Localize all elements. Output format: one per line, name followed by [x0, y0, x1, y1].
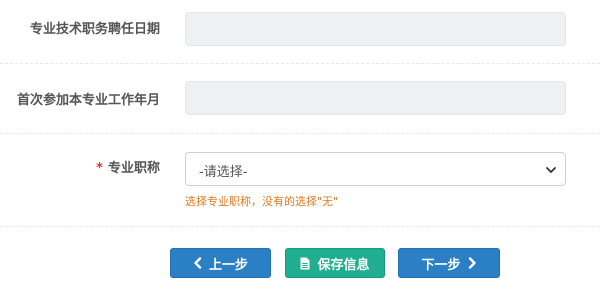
first-work-date-label: 首次参加本专业工作年月	[16, 93, 160, 108]
next-step-button[interactable]: 下一步	[398, 248, 500, 278]
row-divider	[0, 133, 600, 134]
previous-step-button[interactable]: 上一步	[170, 248, 271, 278]
row-divider	[0, 63, 600, 64]
required-marker: *	[96, 161, 103, 176]
chevron-down-icon	[546, 167, 556, 173]
row-divider	[0, 226, 600, 227]
appointment-date-label: 专业技术职务聘任日期	[29, 22, 160, 37]
next-step-label: 下一步	[421, 257, 461, 273]
previous-step-label: 上一步	[208, 257, 248, 273]
appointment-date-field[interactable]	[185, 12, 566, 46]
save-info-label: 保存信息	[317, 257, 370, 273]
chevron-left-icon	[194, 257, 202, 269]
professional-title-label-text: 专业职称	[107, 161, 160, 176]
chevron-right-icon	[468, 257, 476, 269]
professional-title-label: * 专业职称	[96, 157, 160, 176]
professional-title-selected-value: -请选择-	[199, 165, 248, 180]
document-icon	[300, 257, 310, 269]
professional-title-select[interactable]: -请选择-	[185, 152, 566, 186]
first-work-date-field[interactable]	[185, 81, 566, 115]
professional-info-form: 专业技术职务聘任日期 首次参加本专业工作年月 * 专业职称 -请选择- 选择专业职…	[0, 0, 600, 293]
professional-title-hint: 选择专业职称，没有的选择"无"	[185, 195, 339, 208]
save-info-button[interactable]: 保存信息	[285, 248, 385, 278]
